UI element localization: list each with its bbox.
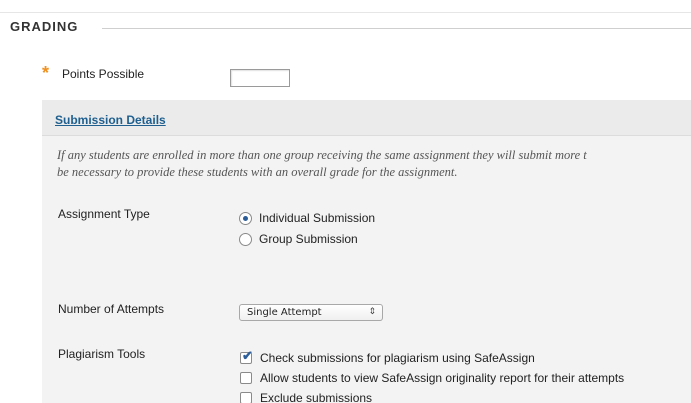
number-of-attempts-select[interactable]: Single Attempt ⇕ [239, 304, 383, 321]
checkmark-icon: ✔ [242, 348, 253, 363]
select-arrows-icon: ⇕ [368, 307, 376, 317]
submission-details-instructions: If any students are enrolled in more tha… [57, 147, 691, 181]
individual-submission-label: Individual Submission [259, 211, 376, 225]
number-of-attempts-value: Single Attempt [247, 307, 322, 318]
exclude-submissions-label: Exclude submissions [260, 391, 373, 403]
exclude-submissions-option[interactable]: Exclude submissions [240, 391, 372, 403]
group-submission-radio[interactable] [239, 232, 252, 246]
section-title: GRADING [10, 19, 79, 34]
points-possible-input[interactable] [230, 69, 290, 87]
submission-details-panel: Submission Details If any students are e… [42, 100, 691, 403]
view-originality-report-label: Allow students to view SafeAssign origin… [260, 371, 625, 385]
plagiarism-tools-label: Plagiarism Tools [58, 347, 146, 361]
instructions-line-1: If any students are enrolled in more tha… [57, 148, 587, 162]
view-originality-report-option[interactable]: Allow students to view SafeAssign origin… [240, 371, 624, 385]
group-submission-option[interactable]: Group Submission [239, 232, 358, 246]
grading-page: GRADING * Points Possible Submission Det… [0, 0, 691, 403]
submission-details-toggle-link[interactable]: Submission Details [55, 113, 166, 127]
individual-submission-option[interactable]: Individual Submission [239, 211, 375, 225]
instructions-line-2: be necessary to provide these students w… [57, 165, 458, 179]
points-possible-label: Points Possible [62, 67, 145, 81]
safeassign-check-checkbox[interactable]: ✔ [240, 348, 253, 364]
exclude-submissions-checkbox[interactable] [240, 392, 252, 403]
safeassign-check-option[interactable]: ✔ Check submissions for plagiarism using… [240, 348, 535, 365]
number-of-attempts-label: Number of Attempts [58, 302, 165, 316]
top-divider [0, 12, 691, 13]
safeassign-check-label: Check submissions for plagiarism using S… [260, 351, 535, 365]
submission-details-header: Submission Details [42, 100, 691, 136]
required-asterisk-icon: * [42, 63, 50, 83]
assignment-type-label: Assignment Type [58, 207, 150, 221]
individual-submission-radio[interactable] [239, 211, 252, 225]
group-submission-label: Group Submission [259, 232, 358, 246]
section-divider [102, 28, 691, 29]
view-originality-report-checkbox[interactable] [240, 372, 252, 384]
